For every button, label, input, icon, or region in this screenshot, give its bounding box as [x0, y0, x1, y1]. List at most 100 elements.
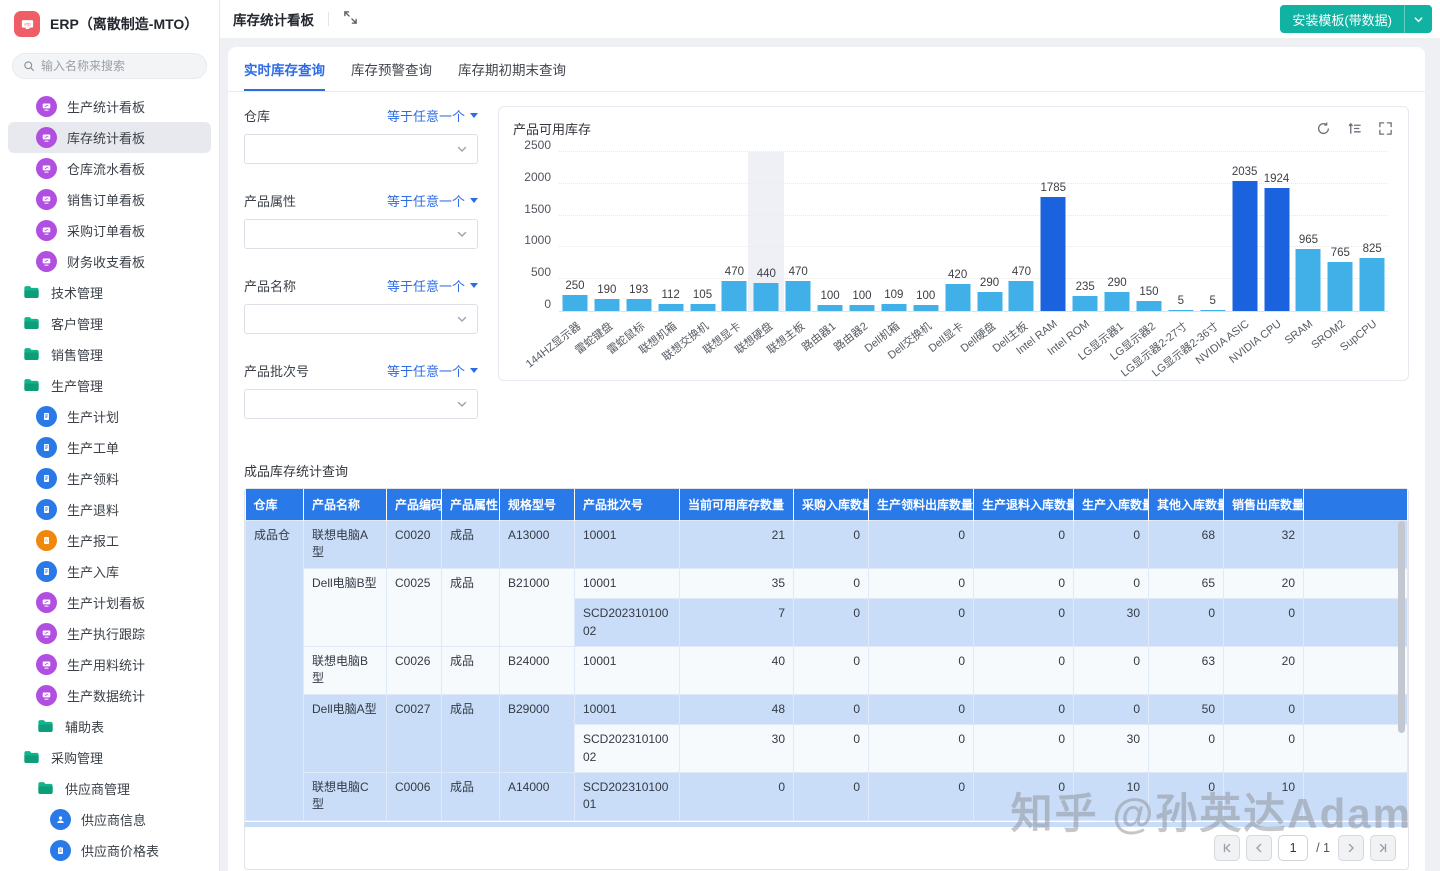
sidebar-search[interactable] — [12, 53, 207, 79]
filter-select[interactable] — [244, 389, 478, 419]
install-template-label[interactable]: 安装模板(带数据) — [1280, 5, 1404, 33]
query-tab[interactable]: 库存预警查询 — [351, 59, 432, 91]
bar[interactable] — [1264, 188, 1289, 311]
cell: C0025 — [387, 568, 442, 646]
pagination-first-button[interactable] — [1214, 835, 1240, 861]
table-row[interactable]: 成品仓联想电脑A型C0020成品A13000100012100006832 — [246, 521, 1408, 569]
filter-operator[interactable]: 等于任意一个 — [387, 191, 478, 210]
sidebar-item[interactable]: 客户管理 — [8, 308, 211, 339]
sidebar-item[interactable]: 生产执行跟踪 — [8, 618, 211, 649]
cell: 10001 — [575, 694, 680, 724]
sidebar-item[interactable]: A生产报工 — [8, 525, 211, 556]
bar[interactable] — [1168, 310, 1193, 311]
cell: 成品 — [442, 646, 500, 694]
folder-icon — [36, 717, 55, 736]
filter-select[interactable] — [244, 219, 478, 249]
sidebar-item[interactable]: 采购管理 — [8, 742, 211, 773]
chart-fullscreen-icon[interactable] — [1378, 121, 1394, 137]
cell: 成品 — [442, 694, 500, 772]
table-row[interactable]: Dell电脑B型C0025成品B21000100013500006520 — [246, 568, 1408, 598]
table-row[interactable]: 联想电脑B型C0026成品B24000100014000006320 — [246, 646, 1408, 694]
install-template-button[interactable]: 安装模板(带数据) — [1280, 5, 1432, 33]
bar[interactable] — [818, 305, 843, 311]
chart-title: 产品可用库存 — [513, 119, 591, 138]
bar[interactable] — [945, 284, 970, 311]
sidebar-item[interactable]: 供应商价格表 — [8, 835, 211, 866]
filter-select[interactable] — [244, 134, 478, 164]
filter-select[interactable] — [244, 304, 478, 334]
sidebar-item[interactable]: 生产数据统计 — [8, 680, 211, 711]
sidebar-item[interactable]: 销售管理 — [8, 339, 211, 370]
table-row[interactable]: 联想电脑C型C0006成品A14000SCD202310100010000100… — [246, 772, 1408, 820]
bar[interactable] — [754, 283, 779, 311]
sidebar-item[interactable]: 技术管理 — [8, 277, 211, 308]
query-tab[interactable]: 库存期初期末查询 — [458, 59, 566, 91]
pagination-current-page[interactable]: 1 — [1278, 835, 1308, 861]
sidebar-item[interactable]: 采购订单看板 — [8, 215, 211, 246]
bar[interactable] — [1136, 301, 1161, 311]
bar[interactable] — [1328, 262, 1353, 311]
sidebar-item-label: 采购订单看板 — [67, 221, 145, 240]
sidebar-item[interactable]: 生产管理 — [8, 370, 211, 401]
sidebar-item[interactable]: 供应商管理 — [8, 773, 211, 804]
pagination-prev-button[interactable] — [1246, 835, 1272, 861]
sidebar-item[interactable]: 辅助表 — [8, 711, 211, 742]
bar[interactable] — [626, 299, 651, 311]
query-tab[interactable]: 实时库存查询 — [244, 59, 325, 91]
bar[interactable] — [1360, 258, 1385, 311]
table-scrollbar[interactable] — [1398, 521, 1405, 733]
bar[interactable] — [977, 292, 1002, 311]
table-row[interactable]: Dell电脑A型C0027成品B2900010001480000500 — [246, 694, 1408, 724]
table-header-row: 仓库产品名称产品编码产品属性规格型号产品批次号当前可用库存数量采购入库数量生产领… — [246, 489, 1408, 521]
cell: 0 — [794, 568, 869, 598]
bar[interactable] — [1009, 281, 1034, 311]
sidebar-menu: 生产统计看板库存统计看板仓库流水看板销售订单看板采购订单看板财务收支看板技术管理… — [0, 85, 219, 871]
bar-value-label: 105 — [693, 289, 712, 301]
sidebar-item[interactable]: 生产领料 — [8, 463, 211, 494]
fullscreen-icon[interactable] — [343, 10, 361, 28]
search-input[interactable] — [41, 59, 196, 73]
bar[interactable] — [1232, 181, 1257, 311]
sidebar-item[interactable]: 生产入库 — [8, 556, 211, 587]
chart-slot: 470联想主板 — [782, 152, 814, 311]
bar[interactable] — [1200, 310, 1225, 311]
pagination-last-button[interactable] — [1370, 835, 1396, 861]
bar[interactable] — [1296, 249, 1321, 311]
sidebar-item[interactable]: 库存统计看板 — [8, 122, 211, 153]
filter-operator[interactable]: 等于任意一个 — [387, 276, 478, 295]
refresh-icon[interactable] — [1316, 121, 1332, 137]
sidebar-item[interactable]: 生产计划看板 — [8, 587, 211, 618]
bar[interactable] — [1041, 197, 1066, 311]
bar-value-label: 825 — [1363, 243, 1382, 255]
bar-value-label: 470 — [789, 266, 808, 278]
filter-operator[interactable]: 等于任意一个 — [387, 106, 478, 125]
bar[interactable] — [562, 295, 587, 311]
sidebar-item[interactable]: 生产统计看板 — [8, 91, 211, 122]
sidebar-item[interactable]: 生产计划 — [8, 401, 211, 432]
bar[interactable] — [786, 281, 811, 311]
bar[interactable] — [1105, 292, 1130, 311]
bar[interactable] — [594, 299, 619, 311]
chart-slot: 105联想交换机 — [687, 152, 719, 311]
sidebar-item[interactable]: 生产用料统计 — [8, 649, 211, 680]
bar[interactable] — [722, 281, 747, 311]
pagination-next-button[interactable] — [1338, 835, 1364, 861]
bar-value-label: 235 — [1076, 281, 1095, 293]
sidebar-item[interactable]: 生产退料 — [8, 494, 211, 525]
bar[interactable] — [849, 305, 874, 311]
bar[interactable] — [658, 304, 683, 311]
bar[interactable] — [913, 305, 938, 311]
sidebar-item[interactable]: 仓库流水看板 — [8, 153, 211, 184]
bar[interactable] — [881, 304, 906, 311]
column-header: 产品名称 — [304, 489, 387, 521]
bar[interactable] — [1073, 296, 1098, 311]
sidebar-item[interactable]: 生产工单 — [8, 432, 211, 463]
topbar-tab[interactable]: 库存统计看板 — [233, 9, 361, 29]
filter-operator[interactable]: 等于任意一个 — [387, 361, 478, 380]
sidebar-item[interactable]: 供应商信息 — [8, 804, 211, 835]
bar[interactable] — [690, 304, 715, 311]
sidebar-item[interactable]: 销售订单看板 — [8, 184, 211, 215]
chart-config-icon[interactable] — [1347, 121, 1363, 137]
sidebar-item[interactable]: 财务收支看板 — [8, 246, 211, 277]
chevron-down-icon[interactable] — [1404, 5, 1432, 33]
